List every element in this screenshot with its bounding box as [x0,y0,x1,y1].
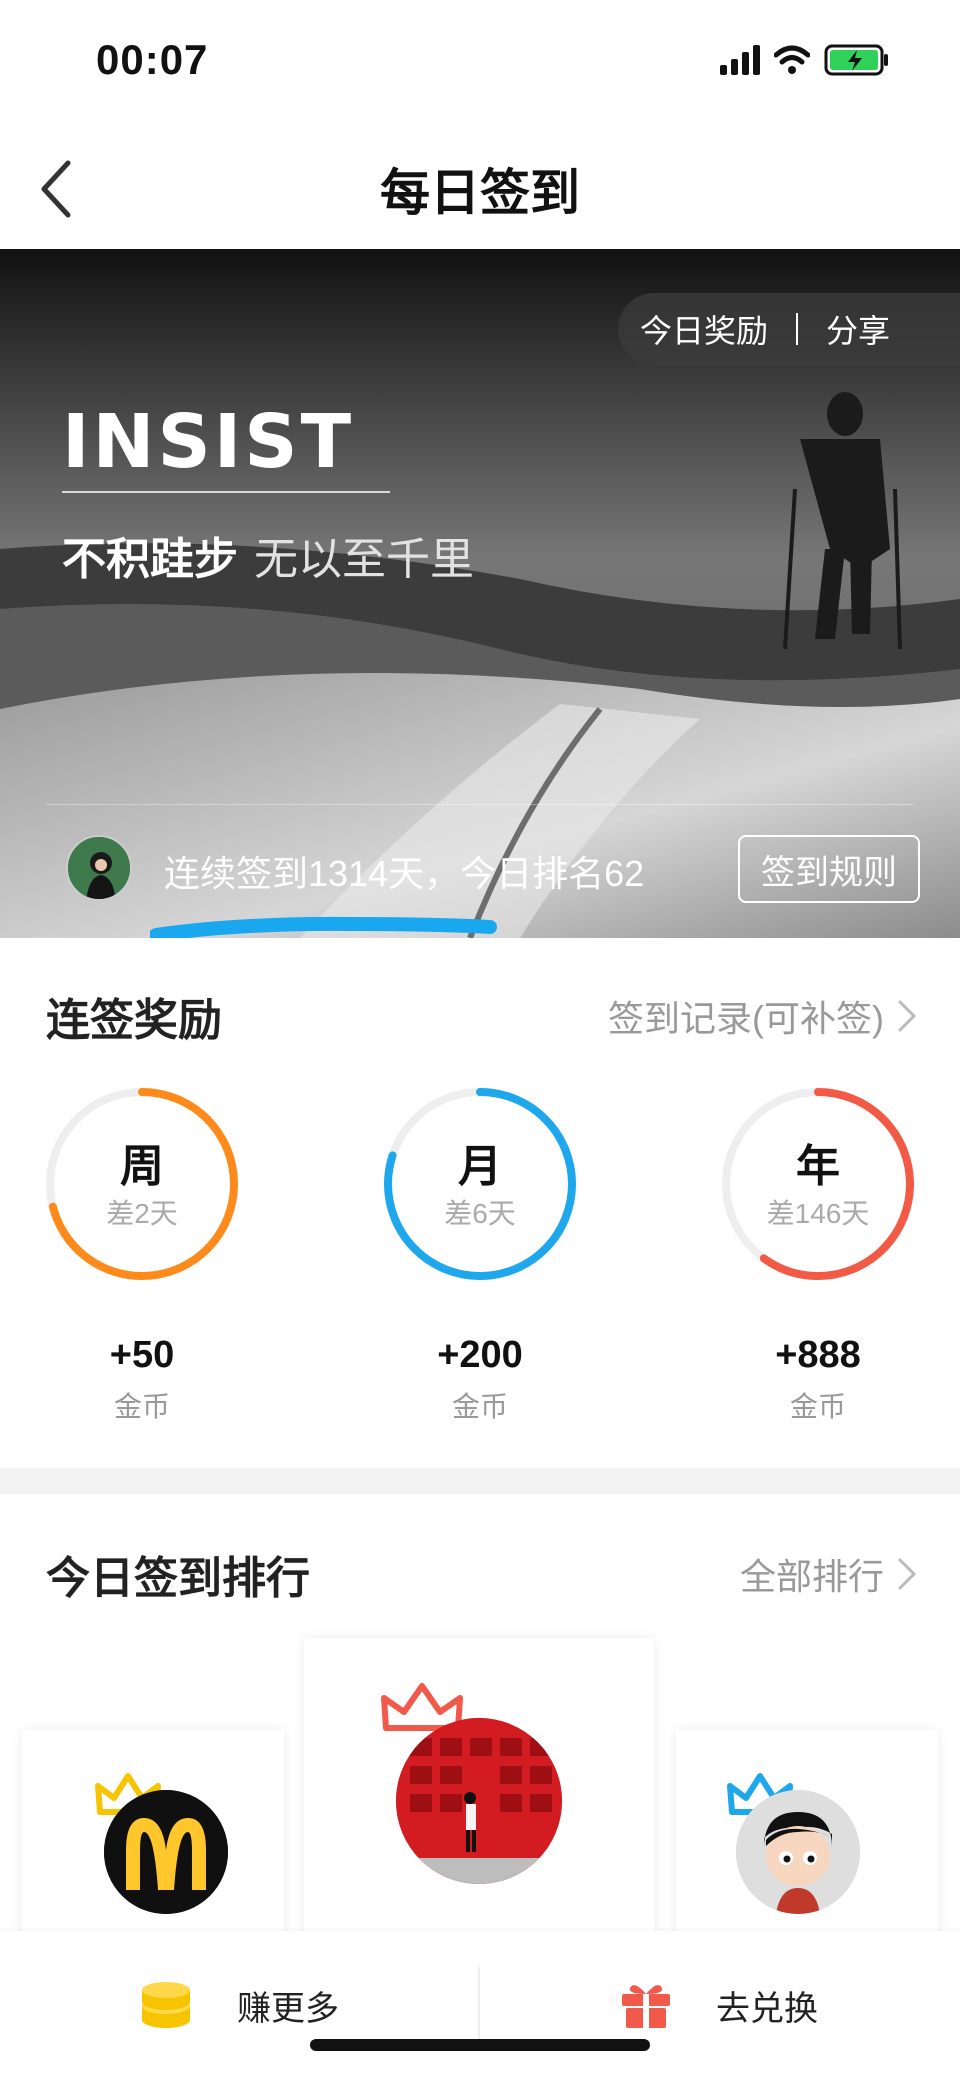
chevron-right-icon [898,1558,917,1590]
section-separator [0,1468,960,1494]
battery-charging-icon [824,44,888,76]
user-avatar[interactable] [66,835,132,901]
reward-week-remaining: 差2天 [106,1198,178,1229]
earn-more-button[interactable]: 赚更多 [0,1931,478,2079]
rank-avatar-third [736,1790,860,1914]
today-ranking-title: 今日签到排行 [46,1554,310,1603]
reward-year-remaining: 差146天 [766,1198,870,1229]
streak-text: 连续签到1314天，今日排名62 [164,853,645,894]
rank-avatar-second [104,1790,228,1914]
exchange-button[interactable]: 去兑换 [480,1931,958,2079]
banner-slogan: 不积跬步 无以至千里 [62,523,474,587]
reward-week-unit: 金币 [113,1391,170,1422]
status-icons [720,44,890,76]
banner-divider [46,804,914,805]
checkin-record-link[interactable]: 签到记录(可补签) [608,990,920,1042]
banner-actions: 今日奖励 分享 [618,293,960,365]
reward-year-unit: 金币 [789,1391,846,1422]
slogan-main: 不积跬步 [62,535,238,584]
rank-card-second[interactable] [22,1730,284,1950]
today-reward-link[interactable]: 今日奖励 [640,306,768,352]
earn-more-label: 赚更多 [237,1989,339,2028]
reward-year-label: 年 [796,1142,840,1191]
rank-card-first[interactable] [304,1638,654,1950]
share-link[interactable]: 分享 [826,306,890,352]
reward-week-coins: +50 [109,1334,175,1376]
reward-week[interactable]: 周 差2天 +50 金币 [42,1084,242,1425]
slogan-sub: 无以至千里 [254,535,474,584]
gift-icon [622,1985,670,2028]
coin-stack-icon [142,1982,190,2028]
status-bar: 00:07 [0,0,960,125]
red-wall-photo [396,1718,562,1884]
checkin-banner: 今日奖励 分享 INSIST 不积跬步 无以至千里 连续签到1314天，今日排名6… [0,249,960,938]
chevron-right-icon [898,1000,917,1032]
all-ranking-label: 全部排行 [739,1556,884,1597]
reward-year[interactable]: 年 差146天 +888 金币 [718,1084,918,1425]
reward-month-coins: +200 [437,1334,523,1376]
reward-week-label: 周 [120,1142,164,1191]
checkin-record-label: 签到记录(可补签) [608,998,884,1039]
nav-bar: 每日签到 [0,125,960,249]
all-ranking-link[interactable]: 全部排行 [740,1548,920,1600]
home-indicator [310,2039,650,2051]
bottom-action-bar: 赚更多 去兑换 [0,1931,960,2079]
rank-avatar-first [396,1718,562,1884]
checkin-rules-button[interactable]: 签到规则 [738,835,920,903]
status-time: 00:07 [96,36,209,83]
banner-headline: INSIST [62,399,355,485]
pill-divider [796,313,799,345]
streak-rewards-title: 连签奖励 [46,996,222,1045]
exchange-label: 去兑换 [716,1989,818,2028]
page-title: 每日签到 [380,165,580,221]
wifi-icon [774,45,810,74]
reward-year-coins: +888 [775,1334,861,1376]
reward-month-label: 月 [458,1142,502,1191]
cartoon-boy-image [736,1790,860,1914]
rank-card-third[interactable] [676,1730,938,1950]
highlight-marker-stroke [150,916,497,938]
reward-month[interactable]: 月 差6天 +200 金币 [380,1084,580,1425]
cellular-signal-icon [720,45,760,75]
reward-month-remaining: 差6天 [444,1198,516,1229]
arch-logo-image [104,1790,228,1914]
banner-underline [62,491,390,493]
streak-rewards-section: 连签奖励 签到记录(可补签) 周 差2天 +50 金币 月 差6天 +200 金… [0,938,960,1468]
reward-month-unit: 金币 [451,1391,508,1422]
